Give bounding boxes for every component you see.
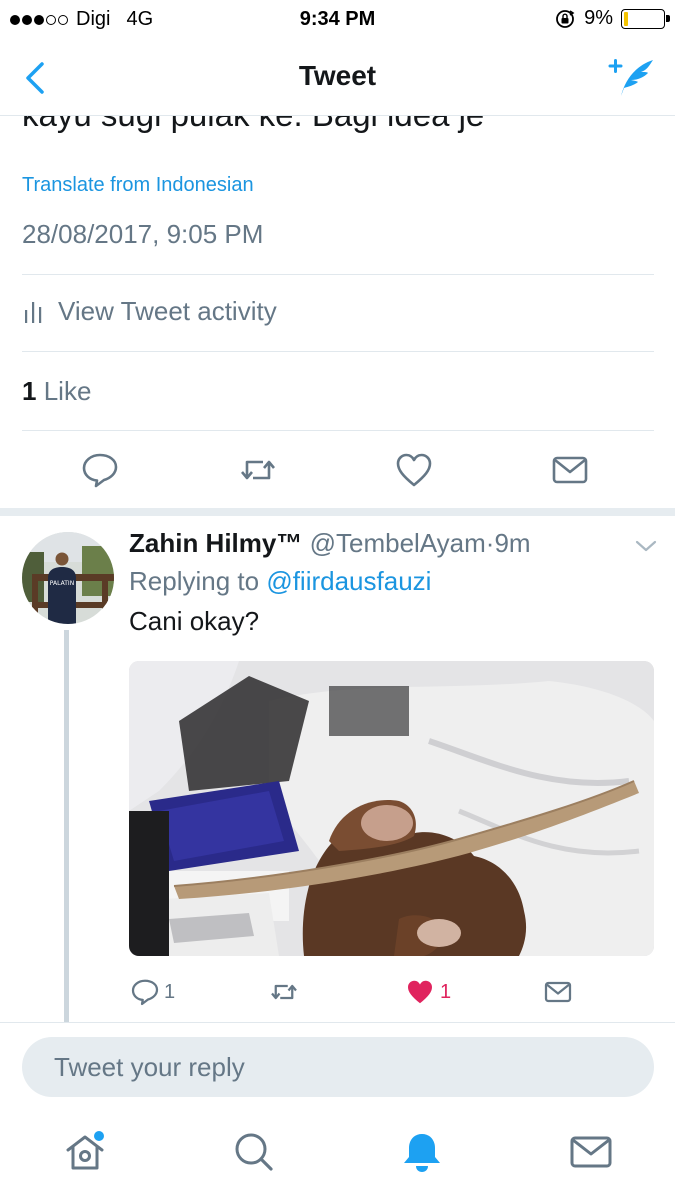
divider [22, 430, 654, 431]
like-heart-icon[interactable] [394, 450, 434, 490]
reply-text: Cani okay? [129, 606, 260, 636]
likes-count-link[interactable]: 1 Like [22, 376, 91, 407]
reply-like-button[interactable]: 1 [404, 977, 451, 1007]
reply-display-name: Zahin Hilmy™ [129, 528, 303, 558]
thread-connector-line [64, 630, 69, 1022]
translate-link[interactable]: Translate from Indonesian [22, 174, 254, 197]
home-icon[interactable] [63, 1130, 107, 1174]
rotation-lock-icon [556, 9, 575, 28]
reply-handle: @TembelAyam [309, 528, 486, 558]
view-tweet-activity-button[interactable]: View Tweet activity [22, 296, 277, 327]
divider [22, 351, 654, 352]
reply-age: 9m [494, 528, 531, 558]
notifications-bell-icon[interactable] [400, 1130, 444, 1174]
navigation-bar: Tweet [0, 40, 675, 116]
compose-quill-icon[interactable] [607, 54, 657, 100]
section-separator [0, 508, 675, 516]
battery-icon [621, 8, 670, 29]
messages-icon[interactable] [569, 1130, 613, 1174]
divider [22, 274, 654, 275]
view-tweet-activity-label: View Tweet activity [58, 296, 277, 326]
divider [0, 1022, 675, 1023]
reply-reply-button[interactable]: 1 [130, 977, 175, 1007]
battery-percent: 9% [584, 7, 613, 29]
avatar[interactable]: PALATIN [22, 532, 114, 624]
likes-label: Like [43, 376, 92, 406]
search-icon[interactable] [232, 1130, 276, 1174]
liked-heart-icon [408, 980, 432, 1004]
avatar-shirt-text: PALATIN [50, 580, 74, 587]
reply-icon [131, 979, 159, 1006]
direct-message-icon[interactable] [550, 450, 590, 490]
unread-dot [94, 1131, 104, 1141]
direct-message-icon [544, 981, 572, 1003]
analytics-bars-icon [25, 301, 42, 323]
likes-count: 1 [22, 376, 37, 406]
replying-to-prefix: Replying to [129, 566, 260, 596]
reply-message-button[interactable] [542, 977, 574, 1007]
reply-photo[interactable] [129, 661, 654, 956]
status-bar: Digi 4G 9:34 PM 9% [0, 0, 675, 40]
reply-input[interactable]: Tweet your reply [22, 1037, 654, 1097]
reply-reply-count: 1 [164, 980, 176, 1003]
reply-icon[interactable] [80, 450, 120, 490]
reply-like-count: 1 [440, 980, 452, 1003]
chevron-down-icon[interactable] [634, 536, 658, 556]
replying-to: Replying to @fiirdausfauzi [129, 566, 431, 597]
page-title: Tweet [298, 60, 377, 91]
tab-bar [0, 1114, 675, 1200]
reply-input-placeholder: Tweet your reply [54, 1051, 245, 1082]
reply-retweet-button[interactable] [268, 977, 300, 1007]
tweet-timestamp: 28/08/2017, 9:05 PM [22, 219, 264, 249]
reply-author-header[interactable]: Zahin Hilmy™ @TembelAyam·9m [129, 528, 531, 559]
replying-to-handle[interactable]: @fiirdausfauzi [266, 566, 431, 596]
retweet-icon [271, 984, 297, 1000]
retweet-icon[interactable] [238, 450, 278, 490]
